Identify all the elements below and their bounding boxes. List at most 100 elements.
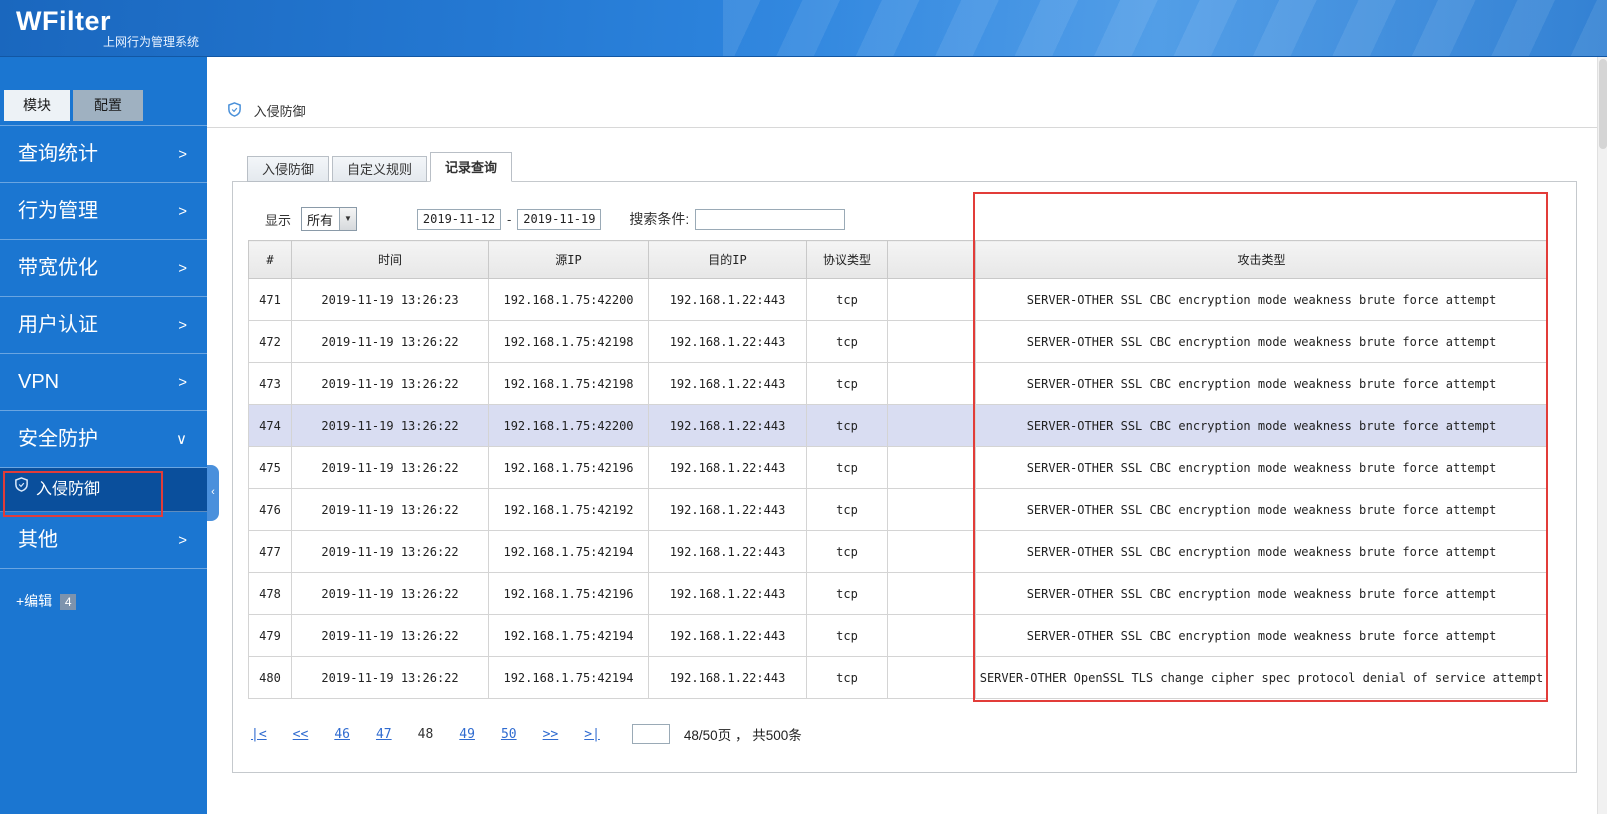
chevron-down-icon: ∨ <box>176 431 187 448</box>
page-link-46[interactable]: 46 <box>334 727 350 742</box>
table-cell: tcp <box>806 572 888 615</box>
table-cell: 192.168.1.22:443 <box>648 488 807 531</box>
table-cell: 192.168.1.22:443 <box>648 572 807 615</box>
table-cell: 192.168.1.22:443 <box>648 404 807 447</box>
chevron-right-icon: > <box>178 317 187 334</box>
table-row[interactable]: 474 2019-11-19 13:26:22 192.168.1.75:42200… <box>248 404 1548 447</box>
table-cell: SERVER-OTHER SSL CBC encryption mode wea… <box>975 446 1548 489</box>
table-row[interactable]: 475 2019-11-19 13:26:22 192.168.1.75:42196… <box>248 446 1548 489</box>
sidebar-item-入侵防御[interactable]: 入侵防御 <box>0 468 207 512</box>
table-row[interactable]: 473 2019-11-19 13:26:22 192.168.1.75:42198… <box>248 362 1548 405</box>
display-select[interactable]: 所有 ▼ <box>301 207 358 231</box>
table-cell: 2019-11-19 13:26:22 <box>291 530 489 573</box>
tab-入侵防御[interactable]: 入侵防御 <box>247 156 330 182</box>
table-cell: 192.168.1.22:443 <box>648 320 807 363</box>
table-cell: 2019-11-19 13:26:23 <box>291 278 489 321</box>
table-row[interactable]: 480 2019-11-19 13:26:22 192.168.1.75:42194… <box>248 656 1548 699</box>
sidebar-item-label: 入侵防御 <box>36 481 101 498</box>
sidebar-item-label: 其他 <box>18 529 58 551</box>
table-cell: 480 <box>248 656 292 699</box>
page-link-49[interactable]: 49 <box>459 727 475 742</box>
scrollbar-thumb[interactable] <box>1599 59 1607 149</box>
sidebar-item-其他[interactable]: 其他 > <box>0 512 207 569</box>
table-cell: tcp <box>806 362 888 405</box>
chevron-right-icon: > <box>178 374 187 391</box>
table-cell <box>887 530 976 573</box>
edit-button[interactable]: +编辑 4 <box>16 591 207 611</box>
search-input[interactable] <box>695 208 846 230</box>
page-last-button[interactable]: >| <box>584 727 600 742</box>
date-to-input[interactable] <box>517 208 602 230</box>
table-cell: 2019-11-19 13:26:22 <box>291 572 489 615</box>
sidebar-tab-配置[interactable]: 配置 <box>73 90 143 121</box>
sidebar-item-label: VPN <box>18 371 60 393</box>
tab-记录查询[interactable]: 记录查询 <box>430 152 513 182</box>
table-cell: 192.168.1.22:443 <box>648 446 807 489</box>
column-header: 协议类型 <box>806 240 888 279</box>
page-prev-button[interactable]: << <box>293 727 309 742</box>
table-cell: SERVER-OTHER SSL CBC encryption mode wea… <box>975 614 1548 657</box>
table-cell <box>887 446 976 489</box>
table-cell: SERVER-OTHER SSL CBC encryption mode wea… <box>975 320 1548 363</box>
sidebar-item-用户认证[interactable]: 用户认证 > <box>0 297 207 354</box>
page-link-50[interactable]: 50 <box>501 727 517 742</box>
table-row[interactable]: 472 2019-11-19 13:26:22 192.168.1.75:42198… <box>248 320 1548 363</box>
table-cell: 2019-11-19 13:26:22 <box>291 320 489 363</box>
tab-自定义规则[interactable]: 自定义规则 <box>332 156 428 182</box>
dropdown-arrow-icon: ▼ <box>339 208 357 230</box>
table-cell: SERVER-OTHER OpenSSL TLS change cipher s… <box>975 656 1548 699</box>
chevron-right-icon: > <box>178 146 187 163</box>
table-cell: 192.168.1.75:42200 <box>488 404 649 447</box>
column-header: # <box>248 240 292 279</box>
table-cell: 479 <box>248 614 292 657</box>
page-link-48[interactable]: 48 <box>418 727 434 742</box>
column-header <box>887 240 976 279</box>
intrusion-defense-breadcrumb-icon <box>227 101 242 120</box>
table-cell <box>887 614 976 657</box>
table-cell: 476 <box>248 488 292 531</box>
edit-label: +编辑 <box>16 593 53 609</box>
sidebar-item-带宽优化[interactable]: 带宽优化 > <box>0 240 207 297</box>
column-header: 源IP <box>488 240 649 279</box>
table-cell: 192.168.1.75:42200 <box>488 278 649 321</box>
sidebar-item-VPN[interactable]: VPN > <box>0 354 207 411</box>
page-jump-input[interactable] <box>631 724 670 744</box>
table-cell: 192.168.1.22:443 <box>648 656 807 699</box>
scrollbar[interactable] <box>1597 57 1607 814</box>
table-cell: 2019-11-19 13:26:22 <box>291 614 489 657</box>
sidebar-item-label: 查询统计 <box>18 143 98 165</box>
table-cell: 192.168.1.22:443 <box>648 362 807 405</box>
table-row[interactable]: 477 2019-11-19 13:26:22 192.168.1.75:42194… <box>248 530 1548 573</box>
filter-row: 显示 所有 ▼ - 搜索条件: <box>265 206 846 232</box>
table-cell: 192.168.1.22:443 <box>648 278 807 321</box>
table-cell: 2019-11-19 13:26:22 <box>291 446 489 489</box>
sidebar-item-查询统计[interactable]: 查询统计 > <box>0 126 207 183</box>
pagination: |< << 46 47 48 49 50 >> >| 48/50页 ， 共500条 <box>251 720 802 748</box>
table-cell: tcp <box>806 656 888 699</box>
main-content: 入侵防御 入侵防御自定义规则记录查询 显示 所有 ▼ - 搜索条件: #时间源I… <box>207 57 1597 814</box>
sidebar-item-安全防护[interactable]: 安全防护 ∨ <box>0 411 207 468</box>
page-link-47[interactable]: 47 <box>376 727 392 742</box>
page-first-button[interactable]: |< <box>251 727 267 742</box>
breadcrumb-divider <box>207 127 1597 128</box>
page-next-button[interactable]: >> <box>543 727 559 742</box>
table-cell: 192.168.1.75:42194 <box>488 530 649 573</box>
table-row[interactable]: 476 2019-11-19 13:26:22 192.168.1.75:42192… <box>248 488 1548 531</box>
date-range-separator: - <box>507 211 512 227</box>
chevron-right-icon: > <box>178 260 187 277</box>
table-cell <box>887 278 976 321</box>
sidebar-item-label: 行为管理 <box>18 200 98 222</box>
table-cell: 192.168.1.75:42192 <box>488 488 649 531</box>
table-cell: SERVER-OTHER SSL CBC encryption mode wea… <box>975 530 1548 573</box>
date-from-input[interactable] <box>417 208 502 230</box>
table-cell: 475 <box>248 446 292 489</box>
table-row[interactable]: 478 2019-11-19 13:26:22 192.168.1.75:42196… <box>248 572 1548 615</box>
sidebar-collapse-handle[interactable]: ‹ <box>207 465 219 521</box>
table-row[interactable]: 471 2019-11-19 13:26:23 192.168.1.75:42200… <box>248 278 1548 321</box>
sidebar-item-label: 带宽优化 <box>18 257 98 279</box>
sidebar-tab-模块[interactable]: 模块 <box>4 90 70 121</box>
column-header: 目的IP <box>648 240 807 279</box>
table-cell: 192.168.1.22:443 <box>648 530 807 573</box>
sidebar-item-行为管理[interactable]: 行为管理 > <box>0 183 207 240</box>
table-row[interactable]: 479 2019-11-19 13:26:22 192.168.1.75:42194… <box>248 614 1548 657</box>
